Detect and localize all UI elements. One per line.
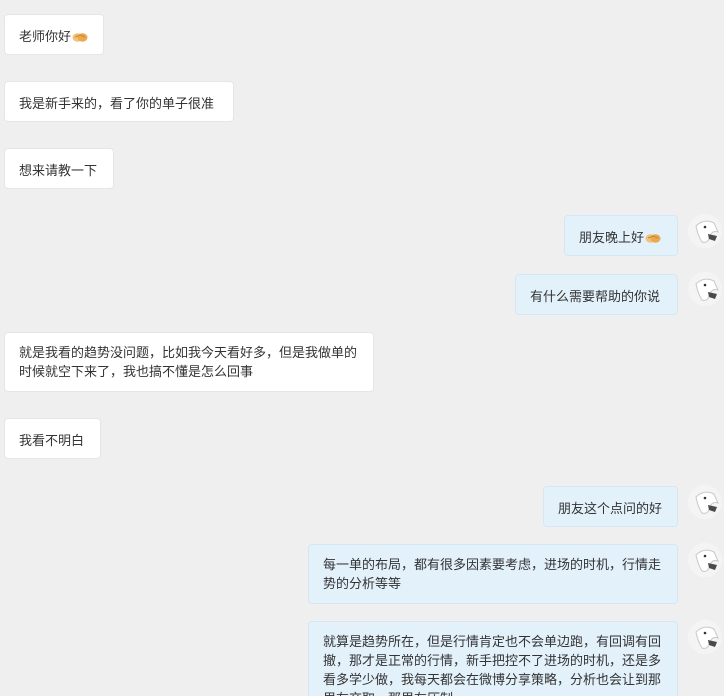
- message-bubble-received: 我是新手来的，看了你的单子很准: [4, 81, 234, 122]
- message-bubble-sent: 有什么需要帮助的你说: [515, 274, 678, 315]
- message-text: 想来请教一下: [19, 164, 98, 179]
- message-text: 朋友这个点问的好: [558, 502, 663, 517]
- message-text: 老师你好: [19, 30, 72, 45]
- message-text: 有什么需要帮助的你说: [530, 290, 661, 305]
- message-bubble-sent: 朋友这个点问的好: [543, 486, 678, 527]
- handshake-icon: [72, 30, 88, 50]
- message-text: 我是新手来的，看了你的单子很准: [19, 97, 215, 112]
- avatar-icon[interactable]: [688, 272, 722, 306]
- message-bubble-received: 老师你好: [4, 14, 104, 55]
- message-text: 每一单的布局，都有很多因素要考虑，进场的时机，行情走势的分析等等: [323, 558, 662, 592]
- avatar-icon[interactable]: [688, 543, 722, 577]
- message-bubble-received: 我看不明白: [4, 418, 101, 459]
- avatar-icon[interactable]: [688, 620, 722, 654]
- message-text: 就算是趋势所在，但是行情肯定也不会单边跑，有回调有回撤，那才是正常的行情，新手把…: [323, 635, 662, 696]
- message-text: 就是我看的趋势没问题，比如我今天看好多，但是我做单的时候就空下来了，我也搞不懂是…: [19, 346, 358, 380]
- avatar-icon[interactable]: [688, 214, 722, 248]
- message-text: 朋友晚上好: [579, 231, 645, 246]
- handshake-icon: [645, 231, 661, 251]
- message-text: 我看不明白: [19, 434, 85, 449]
- message-bubble-sent: 朋友晚上好: [564, 215, 678, 256]
- chat-window[interactable]: 老师你好 我是新手来的，看了你的单子很准 想来请教一下 朋友晚上好 有什么需要帮…: [0, 0, 724, 696]
- message-bubble-received: 就是我看的趋势没问题，比如我今天看好多，但是我做单的时候就空下来了，我也搞不懂是…: [4, 332, 374, 392]
- message-bubble-received: 想来请教一下: [4, 148, 114, 189]
- message-bubble-sent: 就算是趋势所在，但是行情肯定也不会单边跑，有回调有回撤，那才是正常的行情，新手把…: [308, 621, 678, 696]
- avatar-icon[interactable]: [688, 485, 722, 519]
- message-bubble-sent: 每一单的布局，都有很多因素要考虑，进场的时机，行情走势的分析等等: [308, 544, 678, 604]
